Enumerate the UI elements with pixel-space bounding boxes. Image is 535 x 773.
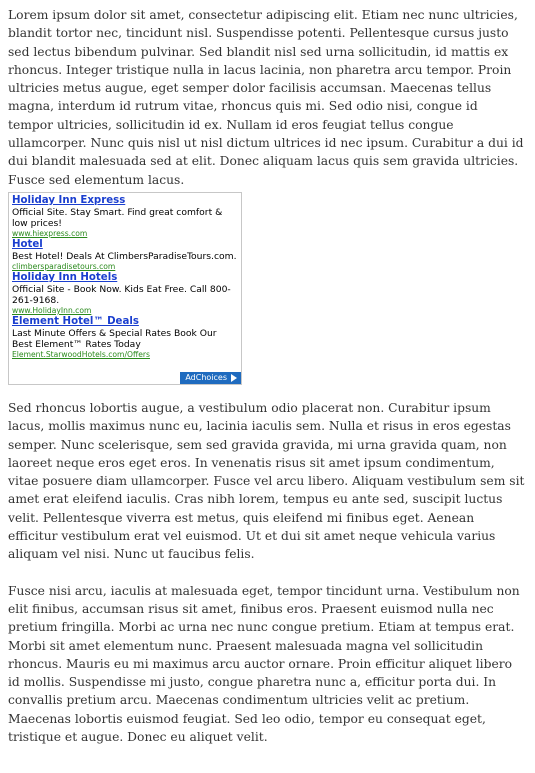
article-paragraph-1: Lorem ipsum dolor sit amet, consectetur … — [8, 8, 524, 187]
ad-item[interactable]: Holiday Inn Express Official Site. Stay … — [12, 195, 238, 238]
ad-unit: Holiday Inn Express Official Site. Stay … — [8, 192, 242, 385]
adchoices-label: AdChoices — [185, 373, 227, 382]
article-paragraph-3: Fusce nisi arcu, iaculis at malesuada eg… — [8, 583, 520, 745]
ad-title-link[interactable]: Element Hotel™ Deals — [12, 316, 238, 328]
article: Lorem ipsum dolor sit amet, consectetur … — [8, 6, 526, 746]
ad-description: Official Site. Stay Smart. Find great co… — [12, 207, 223, 229]
ad-url-link[interactable]: www.HolidayInn.com — [12, 306, 238, 315]
adchoices-button[interactable]: AdChoices — [180, 372, 241, 384]
ad-url-link[interactable]: climbersparadisetours.com — [12, 262, 238, 271]
ad-description: Best Hotel! Deals At ClimbersParadiseTou… — [12, 251, 237, 262]
ad-item[interactable]: Element Hotel™ Deals Last Minute Offers … — [12, 316, 238, 359]
ad-title-link[interactable]: Holiday Inn Express — [12, 195, 238, 207]
ad-item[interactable]: Holiday Inn Hotels Official Site - Book … — [12, 272, 238, 315]
ad-title-link[interactable]: Holiday Inn Hotels — [12, 272, 238, 284]
ad-description: Last Minute Offers & Special Rates Book … — [12, 328, 217, 350]
ad-url-link[interactable]: www.hiexpress.com — [12, 229, 238, 238]
ad-url-link[interactable]: Element.StarwoodHotels.com/Offers — [12, 350, 238, 359]
adchoices-triangle-icon — [231, 374, 237, 382]
article-paragraph-2: Sed rhoncus lobortis augue, a vestibulum… — [8, 401, 525, 562]
ad-description: Official Site - Book Now. Kids Eat Free.… — [12, 284, 231, 306]
ad-title-link[interactable]: Hotel — [12, 239, 238, 251]
ad-item[interactable]: Hotel Best Hotel! Deals At ClimbersParad… — [12, 239, 238, 271]
